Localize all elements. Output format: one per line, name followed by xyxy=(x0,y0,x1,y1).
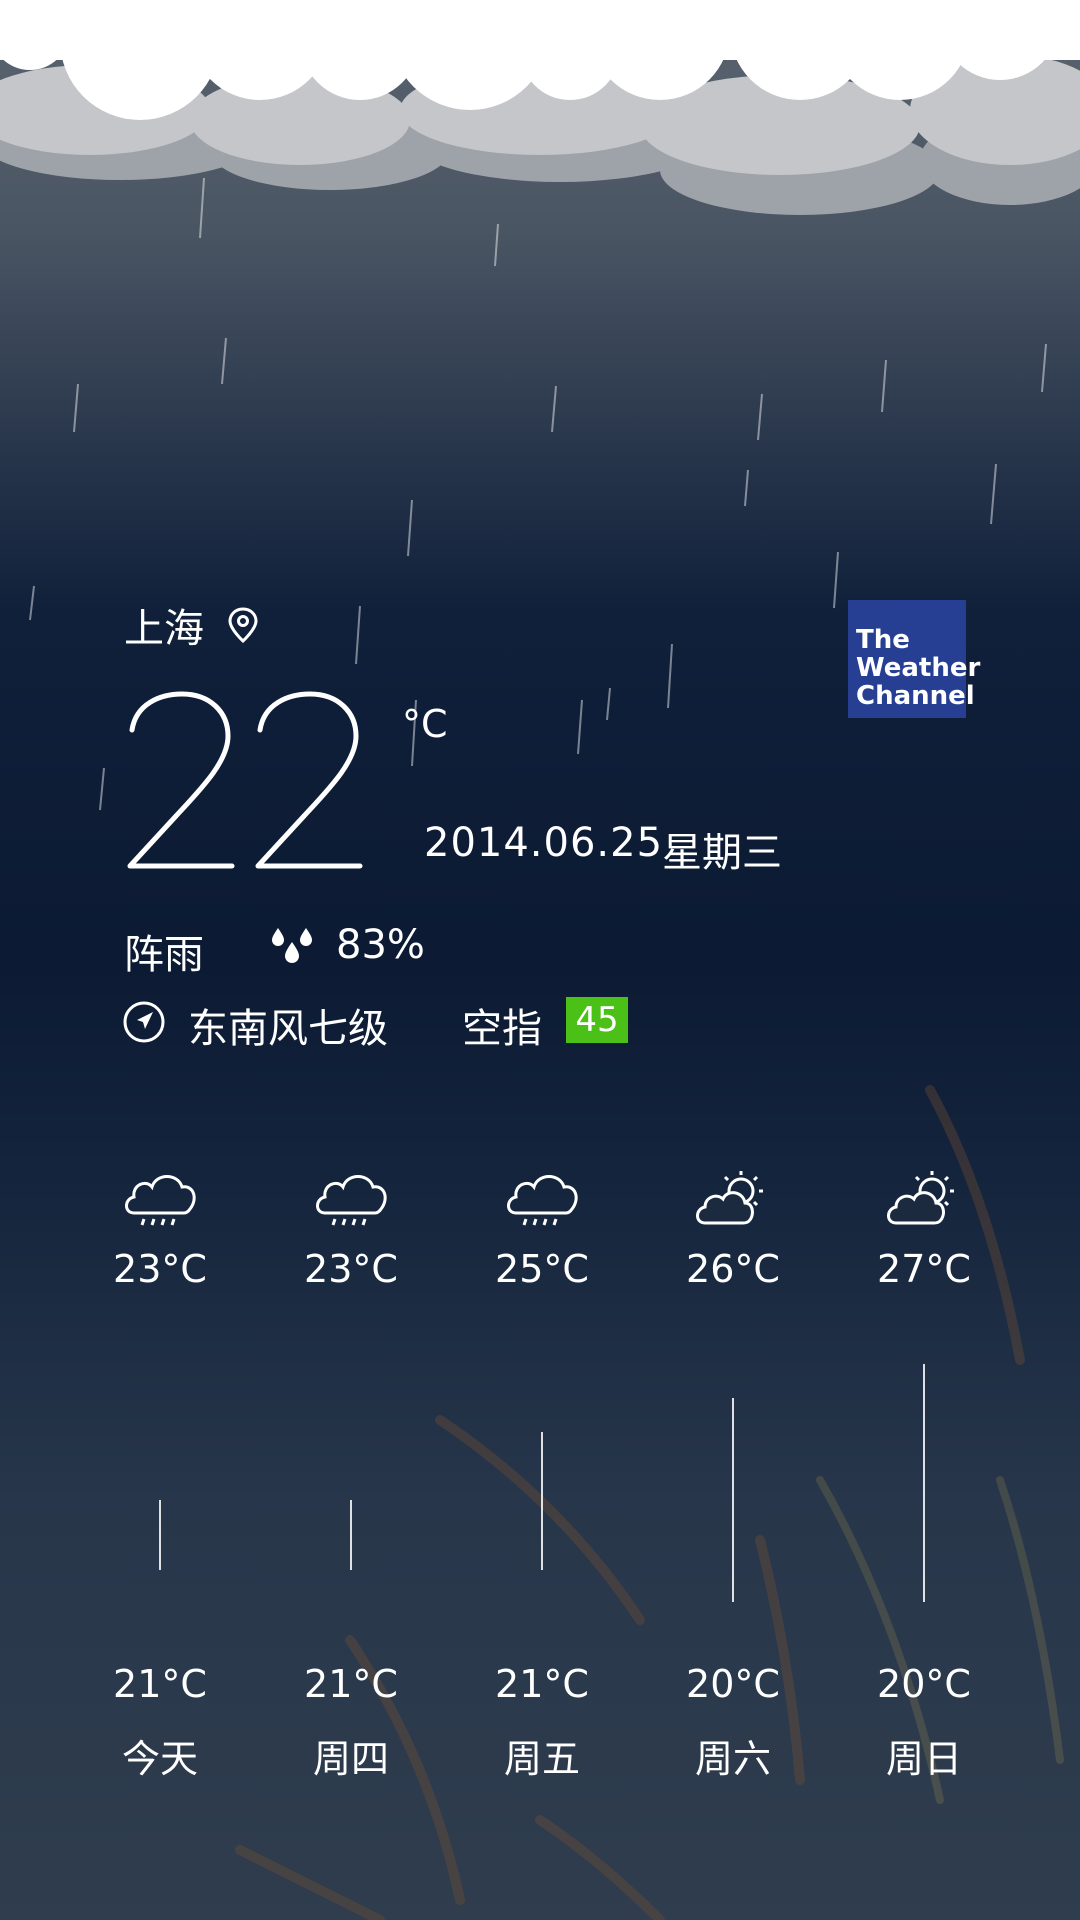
partly-sunny-icon xyxy=(696,1171,763,1225)
compass-navigation-icon xyxy=(123,1001,165,1043)
forecast-high: 27°C xyxy=(877,1247,971,1291)
logo-line-3: Channel xyxy=(856,681,975,711)
forecast-high: 26°C xyxy=(686,1247,780,1291)
temp-range-bar xyxy=(541,1432,543,1570)
logo-line-1: The xyxy=(856,625,910,655)
forecast-day-name: 周日 xyxy=(885,1737,962,1781)
partly-sunny-icon xyxy=(887,1171,954,1225)
current-temperature-digits xyxy=(127,691,363,869)
aqi-badge[interactable]: 45 xyxy=(566,997,628,1043)
forecast-day[interactable]: 23°C xyxy=(261,1165,441,1291)
forecast-low-block: 20°C 周六 xyxy=(643,1662,823,1783)
forecast-low: 20°C xyxy=(877,1662,971,1706)
forecast-high: 23°C xyxy=(113,1247,207,1291)
temperature-unit: °C xyxy=(402,702,448,746)
forecast-day-name: 周六 xyxy=(694,1737,771,1781)
forecast-low-block: 20°C 周日 xyxy=(834,1662,1014,1783)
logo-line-2: Weather xyxy=(856,653,981,683)
rain-cloud-icon xyxy=(125,1175,196,1226)
temp-range-bar xyxy=(350,1500,352,1570)
humidity-value: 83% xyxy=(336,922,425,968)
forecast-low: 21°C xyxy=(304,1662,398,1706)
forecast-day-name: 今天 xyxy=(121,1737,198,1781)
forecast-day[interactable]: 23°C xyxy=(70,1165,250,1291)
forecast-high: 23°C xyxy=(304,1247,398,1291)
forecast-low-block: 21°C 周五 xyxy=(452,1662,632,1783)
forecast-low-block: 21°C 周四 xyxy=(261,1662,441,1783)
weather-condition: 阵雨 xyxy=(124,932,204,978)
temp-range-bar xyxy=(923,1364,925,1602)
forecast-day[interactable]: 27°C xyxy=(834,1165,1014,1291)
forecast-day[interactable]: 25°C xyxy=(452,1165,632,1291)
forecast-low: 21°C xyxy=(113,1662,207,1706)
forecast-low: 21°C xyxy=(495,1662,589,1706)
temp-range-bar xyxy=(159,1500,161,1570)
weather-channel-logo[interactable]: The Weather Channel xyxy=(848,600,981,718)
city-name[interactable]: 上海 xyxy=(124,596,204,654)
current-weekday: 星期三 xyxy=(662,830,782,876)
location-pin-icon xyxy=(228,607,258,644)
current-date: 2014.06.25 xyxy=(424,820,664,866)
wind-info: 东南风七级 xyxy=(188,1006,388,1052)
forecast-day-name: 周四 xyxy=(312,1737,389,1781)
forecast-high: 25°C xyxy=(495,1247,589,1291)
rain-cloud-icon xyxy=(507,1175,578,1226)
forecast-day[interactable]: 26°C xyxy=(643,1165,823,1291)
water-drops-icon xyxy=(272,928,312,963)
rain-cloud-icon xyxy=(316,1175,387,1226)
temp-range-bar xyxy=(732,1398,734,1602)
aqi-label: 空指 xyxy=(462,1006,542,1052)
forecast-low-block: 21°C 今天 xyxy=(70,1662,250,1783)
forecast-day-name: 周五 xyxy=(503,1737,580,1781)
forecast-low: 20°C xyxy=(686,1662,780,1706)
